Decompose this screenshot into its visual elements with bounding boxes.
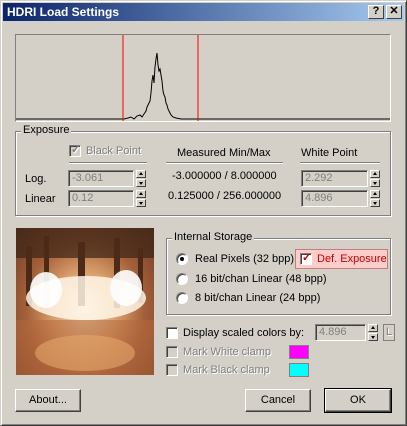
white-clamp-label: Mark White clamp <box>183 346 272 358</box>
def-exposure-label: Def. Exposure <box>317 253 387 265</box>
linear-black-input[interactable]: 0.12 <box>68 190 134 207</box>
histogram-graph <box>16 35 390 121</box>
spinner-down-icon[interactable] <box>136 179 146 187</box>
spinner-down-icon[interactable] <box>370 199 380 207</box>
ok-button[interactable]: OK <box>324 388 392 413</box>
spinner-up-icon[interactable] <box>136 190 146 198</box>
spinner-up-icon[interactable] <box>368 324 378 332</box>
preview-scene <box>16 228 154 375</box>
close-icon: ✕ <box>389 5 399 17</box>
linear-white-spinner[interactable] <box>370 190 380 207</box>
spinner-down-icon[interactable] <box>136 199 146 207</box>
check-icon: ✓ <box>71 144 81 156</box>
display-scale-input[interactable]: 4.896 <box>315 324 366 341</box>
divider <box>69 162 147 164</box>
hdri-preview-image <box>16 228 154 375</box>
log-measured-value: -3.000000 / 8.000000 <box>172 170 277 182</box>
display-scale-spinner[interactable] <box>368 324 378 341</box>
def-exposure-checkbox[interactable]: ✓ <box>300 252 312 265</box>
display-scaled-label: Display scaled colors by: <box>183 327 305 339</box>
storage-radio-8bit[interactable] <box>176 292 188 304</box>
white-clamp-checkbox[interactable] <box>166 346 178 358</box>
divider <box>300 162 380 164</box>
help-button[interactable]: ? <box>368 5 384 19</box>
linear-measured-value: 0.125000 / 256.000000 <box>168 190 282 202</box>
linear-label: Linear <box>25 193 56 205</box>
log-black-spinner[interactable] <box>136 170 146 187</box>
spinner-up-icon[interactable] <box>370 170 380 178</box>
black-clamp-label: Mark Black clamp <box>183 364 270 376</box>
divider <box>166 162 283 164</box>
display-scaled-checkbox[interactable] <box>166 327 178 339</box>
title-bar[interactable]: HDRI Load Settings ? ✕ <box>3 3 404 21</box>
spinner-up-icon[interactable] <box>370 190 380 198</box>
check-icon: ✓ <box>302 252 312 264</box>
storage-label-real-pixels: Real Pixels (32 bpp) <box>195 253 295 265</box>
log-label: Log. <box>25 173 47 185</box>
histogram-panel <box>15 34 391 122</box>
white-clamp-color-swatch[interactable] <box>289 345 309 359</box>
log-white-spinner[interactable] <box>370 170 380 187</box>
spinner-down-icon[interactable] <box>370 179 380 187</box>
log-black-input[interactable]: -3.061 <box>68 170 134 187</box>
log-white-input[interactable]: 2.292 <box>301 170 368 187</box>
about-button[interactable]: About... <box>15 389 81 412</box>
spinner-down-icon[interactable] <box>368 333 378 341</box>
exposure-group-label: Exposure <box>21 124 72 136</box>
black-point-label: Black Point <box>86 145 142 157</box>
cancel-button[interactable]: Cancel <box>245 389 311 412</box>
close-button[interactable]: ✕ <box>386 5 402 19</box>
internal-storage-group-label: Internal Storage <box>172 231 255 243</box>
storage-label-16bit: 16 bit/chan Linear (48 bpp) <box>195 273 327 285</box>
black-point-checkbox[interactable]: ✓ <box>69 144 81 157</box>
black-clamp-checkbox[interactable] <box>166 364 178 376</box>
measured-header: Measured Min/Max <box>177 147 271 159</box>
storage-label-8bit: 8 bit/chan Linear (24 bpp) <box>195 292 321 304</box>
window-title: HDRI Load Settings <box>7 5 120 19</box>
storage-radio-real-pixels[interactable] <box>176 253 188 265</box>
lock-button[interactable]: L <box>383 324 395 341</box>
white-point-header: White Point <box>301 147 358 159</box>
spinner-up-icon[interactable] <box>136 170 146 178</box>
radio-selected-dot <box>180 257 184 261</box>
help-icon: ? <box>372 5 380 17</box>
linear-black-spinner[interactable] <box>136 190 146 207</box>
linear-white-input[interactable]: 4.896 <box>301 190 368 207</box>
black-clamp-color-swatch[interactable] <box>289 363 309 377</box>
histogram-curve <box>16 52 390 120</box>
storage-radio-16bit[interactable] <box>176 273 188 285</box>
